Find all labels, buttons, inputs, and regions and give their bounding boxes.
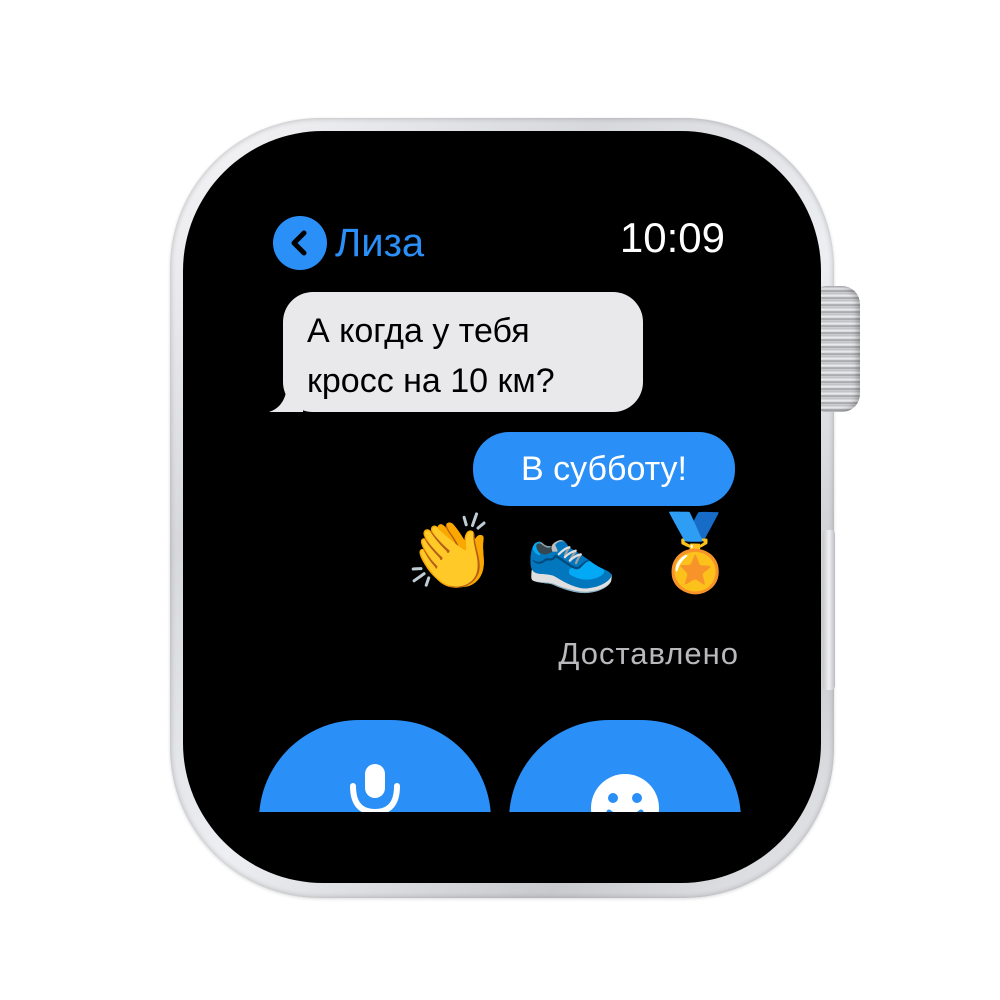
outgoing-message-bubble[interactable]: В субботу! <box>473 432 735 506</box>
delivery-status: Доставлено <box>558 636 739 671</box>
digital-crown[interactable] <box>816 286 860 412</box>
incoming-message-line: А когда у тебя <box>307 312 530 350</box>
microphone-icon <box>350 764 400 812</box>
clapping-hands-emoji: 👏 <box>405 510 498 596</box>
contact-name: Лиза <box>335 220 425 265</box>
back-chevron-icon <box>273 216 327 270</box>
messages-screen: Лиза 10:09 А когда у тебя кросс на 10 км… <box>255 198 755 812</box>
emoji-button[interactable] <box>509 720 741 812</box>
emoji-face-icon <box>591 774 659 812</box>
incoming-message-bubble[interactable]: А когда у тебя кросс на 10 км? <box>269 292 643 412</box>
sneaker-emoji: 👟 <box>525 510 618 596</box>
incoming-message-line: кросс на 10 км? <box>307 362 555 400</box>
back-button[interactable]: Лиза <box>273 216 424 270</box>
bubble-tail <box>269 382 303 412</box>
clock-time: 10:09 <box>619 214 725 261</box>
dictate-button[interactable] <box>259 720 491 812</box>
medal-emoji: 🏅 <box>649 510 742 596</box>
side-button[interactable] <box>823 530 835 690</box>
